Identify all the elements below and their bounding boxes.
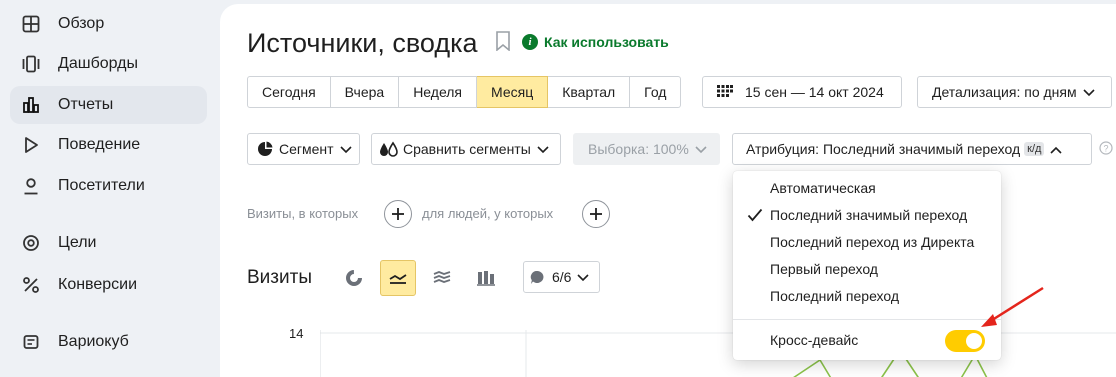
sidebar-item-overview[interactable]: Обзор (10, 5, 207, 43)
sidebar-item-behavior[interactable]: Поведение (10, 126, 207, 164)
sidebar-item-visitors[interactable]: Посетители (10, 167, 207, 205)
sidebar-item-label: Вариокуб (58, 333, 129, 350)
chevron-down-icon (537, 141, 549, 157)
annotation-arrow-icon (981, 286, 1044, 327)
bar-chart-icon (20, 94, 42, 116)
sidebar-item-label: Отчеты (58, 96, 114, 113)
sidebar-item-variocube[interactable]: Вариокуб (10, 323, 207, 361)
period-selector: Сегодня Вчера Неделя Месяц Квартал Год (247, 76, 682, 108)
pie-chart-type-button[interactable] (336, 260, 372, 296)
attribution-option-last-significant[interactable]: Последний значимый переход (770, 207, 967, 223)
period-yesterday-button[interactable]: Вчера (330, 76, 400, 108)
sidebar-item-reports[interactable]: Отчеты (10, 86, 207, 124)
detail-label: Детализация: по дням (932, 84, 1077, 100)
chevron-down-icon (1083, 84, 1095, 100)
bookmark-icon[interactable] (496, 31, 510, 56)
sample-button: Выборка: 100% (573, 133, 720, 165)
howto-link[interactable]: i Как использовать (522, 34, 669, 50)
cube-icon (20, 331, 42, 353)
percent-icon (20, 274, 42, 296)
attribution-dropdown[interactable]: Атрибуция: Последний значимый переход к/… (732, 133, 1092, 165)
chevron-down-icon (339, 141, 352, 157)
compare-segments-button[interactable]: Сравнить сегменты (371, 133, 561, 165)
visits-filter-label: Визиты, в которых (247, 206, 359, 221)
plus-icon (392, 208, 404, 220)
compare-label: Сравнить сегменты (403, 141, 531, 157)
people-filter-label: для людей, у которых (422, 206, 554, 221)
segment-label: Сегмент (279, 141, 334, 157)
add-visits-filter-button[interactable] (384, 200, 412, 228)
menu-divider (733, 319, 1001, 320)
attribution-option-last[interactable]: Последний переход (770, 288, 899, 304)
grid-icon (20, 13, 42, 35)
series-line (793, 358, 832, 377)
period-month-button[interactable]: Месяц (477, 76, 549, 108)
segment-button[interactable]: Сегмент (247, 133, 360, 165)
cross-device-label: Кросс-девайс (770, 332, 859, 348)
plus-icon (590, 208, 602, 220)
chart-title: Визиты (247, 267, 312, 288)
bar-chart-type-button[interactable] (468, 260, 504, 296)
comment-icon (530, 270, 545, 285)
target-icon (20, 232, 42, 254)
sidebar-item-label: Дашборды (58, 55, 138, 72)
play-icon (20, 134, 42, 156)
user-icon (20, 175, 42, 197)
sidebar: Обзор Дашборды Отчеты Поведение Посетите… (0, 0, 220, 377)
date-range-label: 15 сен — 14 окт 2024 (745, 84, 884, 100)
howto-label: Как использовать (544, 34, 669, 50)
attribution-option-auto[interactable]: Автоматическая (770, 180, 876, 196)
line-chart-type-button[interactable] (380, 260, 416, 296)
sidebar-item-label: Обзор (58, 15, 105, 32)
y-axis-tick: 14 (289, 326, 304, 341)
help-icon[interactable]: ? (1099, 141, 1113, 160)
sidebar-item-label: Конверсии (58, 276, 138, 293)
sidebar-item-label: Цели (58, 234, 97, 251)
pie-chart-icon (257, 141, 273, 157)
sample-label: Выборка: 100% (588, 141, 689, 157)
series-selector[interactable]: 6/6 (523, 261, 600, 293)
chevron-down-icon (695, 141, 707, 157)
sidebar-item-label: Посетители (58, 177, 145, 194)
chevron-up-icon (1050, 141, 1063, 157)
detail-dropdown[interactable]: Детализация: по дням (917, 76, 1112, 108)
svg-text:?: ? (1103, 144, 1108, 154)
attribution-option-last-direct[interactable]: Последний переход из Директа (770, 234, 974, 250)
period-quarter-button[interactable]: Квартал (548, 76, 631, 108)
donut-icon (346, 270, 362, 286)
check-icon (747, 208, 763, 227)
drops-icon (379, 141, 399, 157)
area-chart-icon (433, 271, 451, 283)
sidebar-item-conversions[interactable]: Конверсии (10, 266, 207, 304)
series-count: 6/6 (552, 269, 572, 285)
info-icon: i (522, 34, 538, 50)
sidebar-item-goals[interactable]: Цели (10, 224, 207, 262)
add-people-filter-button[interactable] (582, 200, 610, 228)
attribution-menu: Автоматическая Последний значимый перехо… (733, 171, 1001, 360)
sidebar-item-dashboards[interactable]: Дашборды (10, 45, 207, 83)
calendar-icon (717, 84, 733, 101)
sidebar-item-label: Поведение (58, 136, 141, 153)
attribution-label: Атрибуция: Последний значимый переход (746, 141, 1021, 157)
page-title: Источники, сводка (247, 28, 478, 58)
dashboards-icon (20, 53, 42, 75)
period-today-button[interactable]: Сегодня (247, 76, 331, 108)
attribution-option-first[interactable]: Первый переход (770, 261, 878, 277)
chevron-down-icon (577, 269, 590, 285)
area-chart-type-button[interactable] (424, 260, 460, 296)
period-week-button[interactable]: Неделя (399, 76, 478, 108)
cross-device-badge: к/д (1024, 142, 1045, 156)
date-range-button[interactable]: 15 сен — 14 окт 2024 (702, 76, 902, 108)
period-year-button[interactable]: Год (630, 76, 682, 108)
stacked-bar-icon (477, 271, 495, 286)
line-chart-icon (389, 274, 407, 284)
